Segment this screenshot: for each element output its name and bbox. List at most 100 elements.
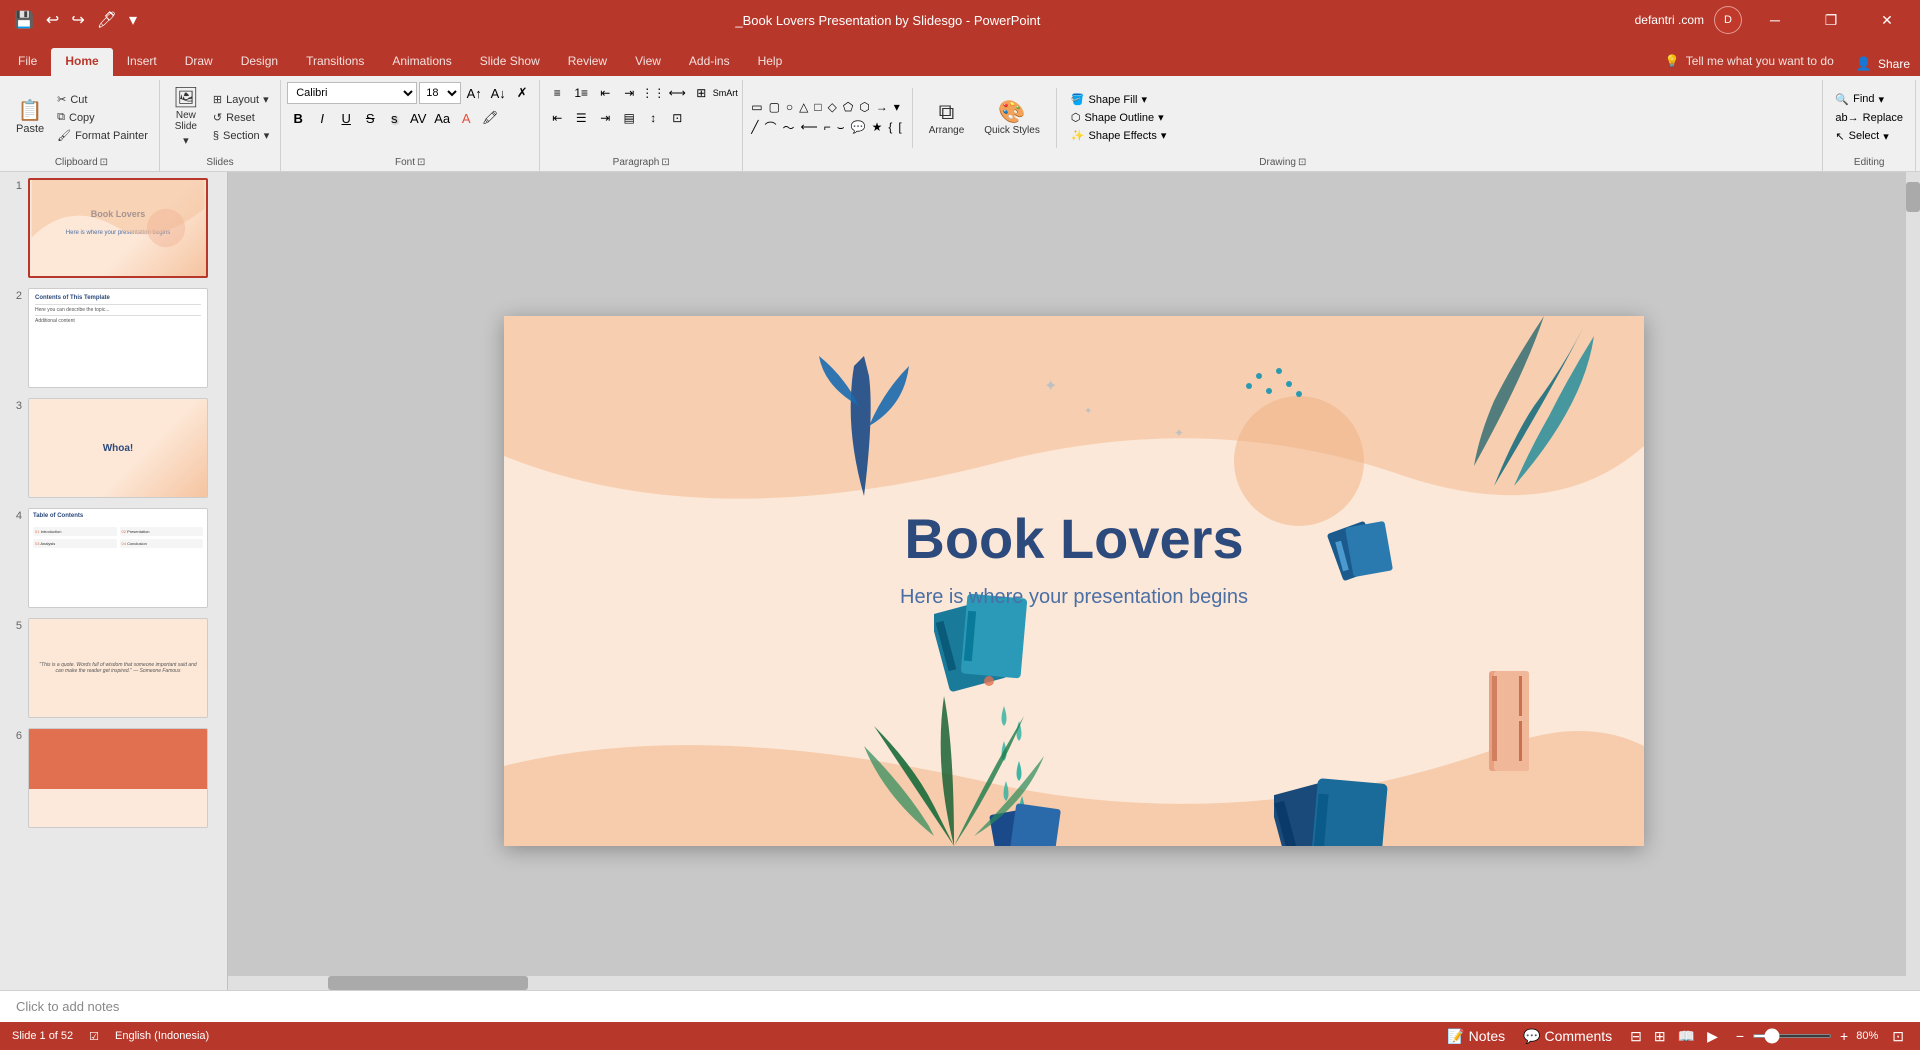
reset-button[interactable]: ↺ Reset xyxy=(208,109,274,126)
tell-me-input[interactable]: 💡 Tell me what you want to do xyxy=(1653,50,1846,72)
increase-font-button[interactable]: A↑ xyxy=(463,82,485,104)
bullets-button[interactable]: ≡ xyxy=(546,82,568,104)
layout-button[interactable]: ⊞ Layout ▾ xyxy=(208,91,274,108)
tab-addins[interactable]: Add-ins xyxy=(675,48,744,76)
drawing-expand-icon[interactable]: ⊡ xyxy=(1298,157,1306,168)
normal-view-button[interactable]: ⊟ xyxy=(1626,1026,1646,1047)
slide-thumb-2[interactable]: 2 Contents of This Template Here you can… xyxy=(4,286,223,390)
justify-button[interactable]: ▤ xyxy=(618,107,640,129)
font-expand-icon[interactable]: ⊡ xyxy=(417,157,425,168)
slideshow-button[interactable]: ▶ xyxy=(1703,1026,1722,1047)
arrange-button[interactable]: ⧉ Arrange xyxy=(921,88,973,148)
notes-toggle-button[interactable]: 📝 Notes xyxy=(1443,1026,1509,1047)
tab-view[interactable]: View xyxy=(621,48,675,76)
tab-animations[interactable]: Animations xyxy=(378,48,465,76)
shadow-button[interactable]: s xyxy=(383,107,405,129)
zoom-in-button[interactable]: + xyxy=(1836,1026,1852,1046)
shape-brace[interactable]: { xyxy=(886,118,894,136)
slide-thumb-1[interactable]: 1 Book Lovers Here is where your present… xyxy=(4,176,223,280)
reading-view-button[interactable]: 📖 xyxy=(1674,1026,1699,1047)
horizontal-scrollbar[interactable] xyxy=(228,976,1906,990)
vertical-scrollbar[interactable] xyxy=(1906,172,1920,990)
slide-panel[interactable]: 1 Book Lovers Here is where your present… xyxy=(0,172,228,990)
undo-button[interactable]: ↩ xyxy=(42,6,63,34)
tab-review[interactable]: Review xyxy=(554,48,621,76)
new-slide-button[interactable]: 🖼 NewSlide ▾ xyxy=(166,84,206,151)
para-expand-btn[interactable]: ⊡ xyxy=(666,107,688,129)
font-size-select[interactable]: 18 xyxy=(419,82,461,104)
numbering-button[interactable]: 1≡ xyxy=(570,82,592,104)
tab-draw[interactable]: Draw xyxy=(171,48,227,76)
tab-transitions[interactable]: Transitions xyxy=(292,48,378,76)
increase-indent-button[interactable]: ⇥ xyxy=(618,82,640,104)
shape-rect[interactable]: ▭ xyxy=(749,98,764,116)
language-info[interactable]: English (Indonesia) xyxy=(115,1030,209,1042)
slide-thumb-6[interactable]: 6 xyxy=(4,726,223,830)
para-expand-icon[interactable]: ⊡ xyxy=(661,157,669,168)
shape-callout[interactable]: 💬 xyxy=(849,118,868,136)
slide-sorter-button[interactable]: ⊞ xyxy=(1650,1026,1670,1047)
shape-freeform[interactable]: 〜 xyxy=(780,117,796,138)
copy-button[interactable]: ⧉ Copy xyxy=(52,109,153,126)
qa-customize-button[interactable]: 🖊 xyxy=(93,6,121,34)
fit-window-button[interactable]: ⊡ xyxy=(1888,1026,1908,1047)
quick-styles-button[interactable]: 🎨 Quick Styles xyxy=(976,88,1048,148)
shapes-more[interactable]: ▾ xyxy=(892,98,902,116)
qa-dropdown-button[interactable]: ▾ xyxy=(125,6,141,34)
zoom-slider[interactable] xyxy=(1752,1034,1832,1038)
decrease-font-button[interactable]: A↓ xyxy=(487,82,509,104)
replace-button[interactable]: ab→ Replace xyxy=(1829,110,1909,126)
section-button[interactable]: § Section ▾ xyxy=(208,127,274,144)
tab-insert[interactable]: Insert xyxy=(113,48,171,76)
shape-pentagon[interactable]: ⬠ xyxy=(841,98,855,116)
shape-line[interactable]: ╱ xyxy=(749,118,760,136)
align-center-button[interactable]: ☰ xyxy=(570,107,592,129)
text-highlight-button[interactable]: 🖍 xyxy=(479,107,501,129)
zoom-percent[interactable]: 80% xyxy=(1856,1030,1878,1042)
find-button[interactable]: 🔍 Find ▾ xyxy=(1829,91,1909,108)
shape-rounded-rect[interactable]: ▢ xyxy=(767,98,782,116)
shape-rect2[interactable]: □ xyxy=(812,98,823,116)
columns-button[interactable]: ⋮⋮ xyxy=(642,82,664,104)
convert-smartart-button[interactable]: SmArt xyxy=(714,82,736,104)
tab-home[interactable]: Home xyxy=(51,48,112,76)
cut-button[interactable]: ✂ Cut xyxy=(52,91,153,108)
shape-star[interactable]: ★ xyxy=(870,118,885,136)
close-button[interactable]: ✕ xyxy=(1864,0,1910,40)
shape-curved[interactable]: ⌣ xyxy=(835,118,847,137)
align-left-button[interactable]: ⇤ xyxy=(546,107,568,129)
shape-hexagon[interactable]: ⬡ xyxy=(857,98,871,116)
format-painter-button[interactable]: 🖌 Format Painter xyxy=(52,127,153,144)
restore-button[interactable]: ❐ xyxy=(1808,0,1854,40)
char-spacing-button[interactable]: AV xyxy=(407,107,429,129)
user-avatar[interactable]: D xyxy=(1714,6,1742,34)
shape-fill-button[interactable]: 🪣 Shape Fill ▾ xyxy=(1065,91,1173,108)
clear-format-button[interactable]: ✗ xyxy=(511,82,533,104)
comments-toggle-button[interactable]: 💬 Comments xyxy=(1519,1026,1616,1047)
shape-connector[interactable]: ⟵ xyxy=(798,118,819,136)
h-scrollbar-thumb[interactable] xyxy=(328,976,528,990)
select-button[interactable]: ↖ Select ▾ xyxy=(1829,128,1909,145)
share-label[interactable]: Share xyxy=(1878,57,1910,71)
shape-arrow[interactable]: → xyxy=(874,98,890,116)
slide-thumb-5[interactable]: 5 "This is a quote. Words full of wisdom… xyxy=(4,616,223,720)
tab-help[interactable]: Help xyxy=(744,48,797,76)
italic-button[interactable]: I xyxy=(311,107,333,129)
slide-thumb-4[interactable]: 4 Table of Contents 01 Introduction 02 P… xyxy=(4,506,223,610)
shape-arc[interactable]: ⌒ xyxy=(762,117,778,138)
align-text-button[interactable]: ⊞ xyxy=(690,82,712,104)
save-button[interactable]: 💾 xyxy=(10,6,38,34)
change-case-button[interactable]: Aa xyxy=(431,107,453,129)
shape-oval[interactable]: ○ xyxy=(784,98,795,116)
minimize-button[interactable]: ─ xyxy=(1752,0,1798,40)
shape-isosceles[interactable]: △ xyxy=(797,98,810,116)
shape-bracket[interactable]: [ xyxy=(896,118,903,136)
text-direction-button[interactable]: ⟷ xyxy=(666,82,688,104)
underline-button[interactable]: U xyxy=(335,107,357,129)
clipboard-expand-icon[interactable]: ⊡ xyxy=(100,157,108,168)
bold-button[interactable]: B xyxy=(287,107,309,129)
zoom-out-button[interactable]: − xyxy=(1732,1026,1748,1046)
shape-diamond[interactable]: ◇ xyxy=(826,98,839,116)
scrollbar-thumb[interactable] xyxy=(1906,182,1920,212)
accessibility-icon[interactable]: ☑ xyxy=(89,1030,99,1043)
